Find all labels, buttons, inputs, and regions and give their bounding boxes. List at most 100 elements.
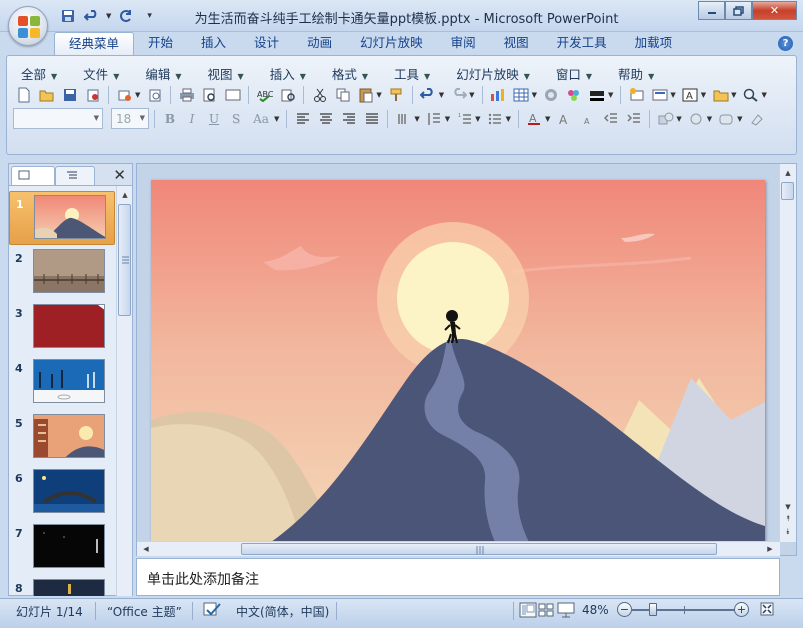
scroll-thumb[interactable] (781, 182, 794, 200)
text-direction-icon[interactable] (393, 109, 414, 129)
tab-animation[interactable]: 动画 (293, 32, 346, 56)
picture-icon[interactable] (564, 85, 585, 105)
slide-thumbnail-4[interactable]: 4 (9, 356, 115, 410)
zoom-level[interactable]: 48% (582, 603, 609, 617)
align-right-icon[interactable] (338, 109, 359, 129)
scroll-left-icon[interactable]: ◀ (139, 542, 153, 556)
chevron-down-icon[interactable]: ▼ (670, 91, 675, 99)
shrink-font-icon[interactable]: A (577, 109, 598, 129)
previous-slide-icon[interactable]: ⯭ (781, 512, 795, 526)
change-case-button[interactable]: Aa (248, 112, 274, 126)
slides-tab[interactable] (11, 166, 55, 185)
chevron-down-icon[interactable]: ▼ (469, 91, 474, 99)
current-slide[interactable] (151, 180, 765, 542)
color-fill-icon[interactable] (587, 85, 608, 105)
open-icon[interactable] (36, 85, 57, 105)
quick-styles-icon[interactable] (716, 109, 737, 129)
outline-tab[interactable] (55, 166, 95, 185)
zoom-slider[interactable] (631, 603, 739, 616)
menu-insert[interactable]: 插入 ▼ (264, 64, 312, 83)
slideshow-icon[interactable] (557, 602, 575, 621)
print-icon[interactable] (176, 85, 197, 105)
align-center-icon[interactable] (315, 109, 336, 129)
menu-tools[interactable]: 工具 ▼ (388, 64, 436, 83)
fit-to-window-icon[interactable] (759, 601, 775, 620)
help-icon[interactable]: ? (778, 36, 793, 51)
chevron-down-icon[interactable]: ▼ (475, 115, 480, 123)
menu-edit[interactable]: 编辑 ▼ (139, 64, 187, 83)
chart-icon[interactable] (488, 85, 509, 105)
scroll-right-icon[interactable]: ▶ (763, 542, 777, 556)
chevron-down-icon[interactable]: ▼ (707, 115, 712, 123)
spelling-check-icon[interactable] (202, 601, 222, 622)
next-slide-icon[interactable]: ⯯ (781, 525, 795, 539)
folder-icon[interactable] (710, 85, 731, 105)
chevron-down-icon[interactable]: ▼ (731, 91, 736, 99)
restore-icon[interactable] (725, 1, 752, 20)
slide-thumbnail-7[interactable]: 7 (9, 521, 115, 575)
close-icon[interactable]: ✕ (113, 166, 126, 184)
chevron-down-icon[interactable]: ▼ (545, 115, 550, 123)
print-preview-icon[interactable] (199, 85, 220, 105)
chevron-down-icon[interactable]: ▼ (414, 115, 419, 123)
zoom-out-icon[interactable]: − (617, 602, 632, 617)
slide-thumbnail-2[interactable]: 2 (9, 246, 115, 300)
menu-file[interactable]: 文件 ▼ (77, 64, 125, 83)
copy-icon[interactable] (332, 85, 353, 105)
align-left-icon[interactable] (292, 109, 313, 129)
slide-sorter-icon[interactable] (538, 602, 554, 621)
tab-home[interactable]: 开始 (134, 32, 187, 56)
chevron-down-icon[interactable]: ▼ (737, 115, 742, 123)
tab-insert[interactable]: 插入 (187, 32, 240, 56)
bold-button[interactable]: B (160, 112, 180, 126)
format-painter-icon[interactable] (386, 85, 407, 105)
menu-slideshow[interactable]: 幻灯片放映 ▼ (450, 64, 536, 83)
thumbnail-scrollbar[interactable]: ▲ (116, 186, 132, 596)
slide-thumbnail-8[interactable]: 8 (9, 576, 115, 596)
increase-indent-icon[interactable] (623, 109, 644, 129)
italic-button[interactable]: I (182, 112, 202, 126)
research-icon[interactable] (277, 85, 298, 105)
font-color-icon[interactable]: A (524, 109, 545, 129)
slide-thumbnail-6[interactable]: 6 (9, 466, 115, 520)
new-slide-icon[interactable] (626, 85, 647, 105)
office-button[interactable] (8, 6, 48, 46)
zoom-icon[interactable] (741, 85, 762, 105)
slide-thumbnail-1[interactable]: 1 (9, 191, 115, 245)
menu-all[interactable]: 全部 ▼ (15, 64, 63, 83)
textbox-icon[interactable]: A (680, 85, 701, 105)
menu-window[interactable]: 窗口 ▼ (550, 64, 598, 83)
menu-view[interactable]: 视图 ▼ (202, 64, 250, 83)
tab-design[interactable]: 设计 (240, 32, 293, 56)
scroll-up-icon[interactable]: ▲ (118, 188, 132, 202)
tab-addins[interactable]: 加载项 (621, 32, 687, 56)
normal-view-icon[interactable] (519, 602, 537, 621)
layout-icon[interactable] (649, 85, 670, 105)
clipart-icon[interactable] (541, 85, 562, 105)
paste-icon[interactable] (355, 85, 376, 105)
shadow-button[interactable]: S (226, 112, 246, 126)
decrease-indent-icon[interactable] (600, 109, 621, 129)
minimize-icon[interactable] (698, 1, 725, 20)
publish-icon[interactable] (144, 85, 165, 105)
slide-view-icon[interactable] (222, 85, 243, 105)
spelling-icon[interactable]: ABC (254, 85, 275, 105)
scroll-up-icon[interactable]: ▲ (781, 166, 795, 180)
bullets-icon[interactable] (485, 109, 506, 129)
chevron-down-icon[interactable]: ▼ (445, 115, 450, 123)
chevron-down-icon[interactable]: ▼ (701, 91, 706, 99)
chevron-down-icon[interactable]: ▼ (762, 91, 767, 99)
chevron-down-icon[interactable]: ▼ (506, 115, 511, 123)
tab-slideshow[interactable]: 幻灯片放映 (346, 32, 437, 56)
menu-format[interactable]: 格式 ▼ (326, 64, 374, 83)
email-icon[interactable] (114, 85, 135, 105)
numbering-icon[interactable]: 1 (454, 109, 475, 129)
menu-help[interactable]: 帮助 ▼ (612, 64, 660, 83)
chevron-down-icon[interactable]: ▼ (274, 115, 279, 123)
save-icon[interactable] (59, 85, 80, 105)
chevron-down-icon[interactable]: ▼ (439, 91, 444, 99)
tab-classic-menu[interactable]: 经典菜单 (54, 32, 135, 56)
undo-icon[interactable] (418, 85, 439, 105)
new-icon[interactable] (13, 85, 34, 105)
justify-icon[interactable] (361, 109, 382, 129)
